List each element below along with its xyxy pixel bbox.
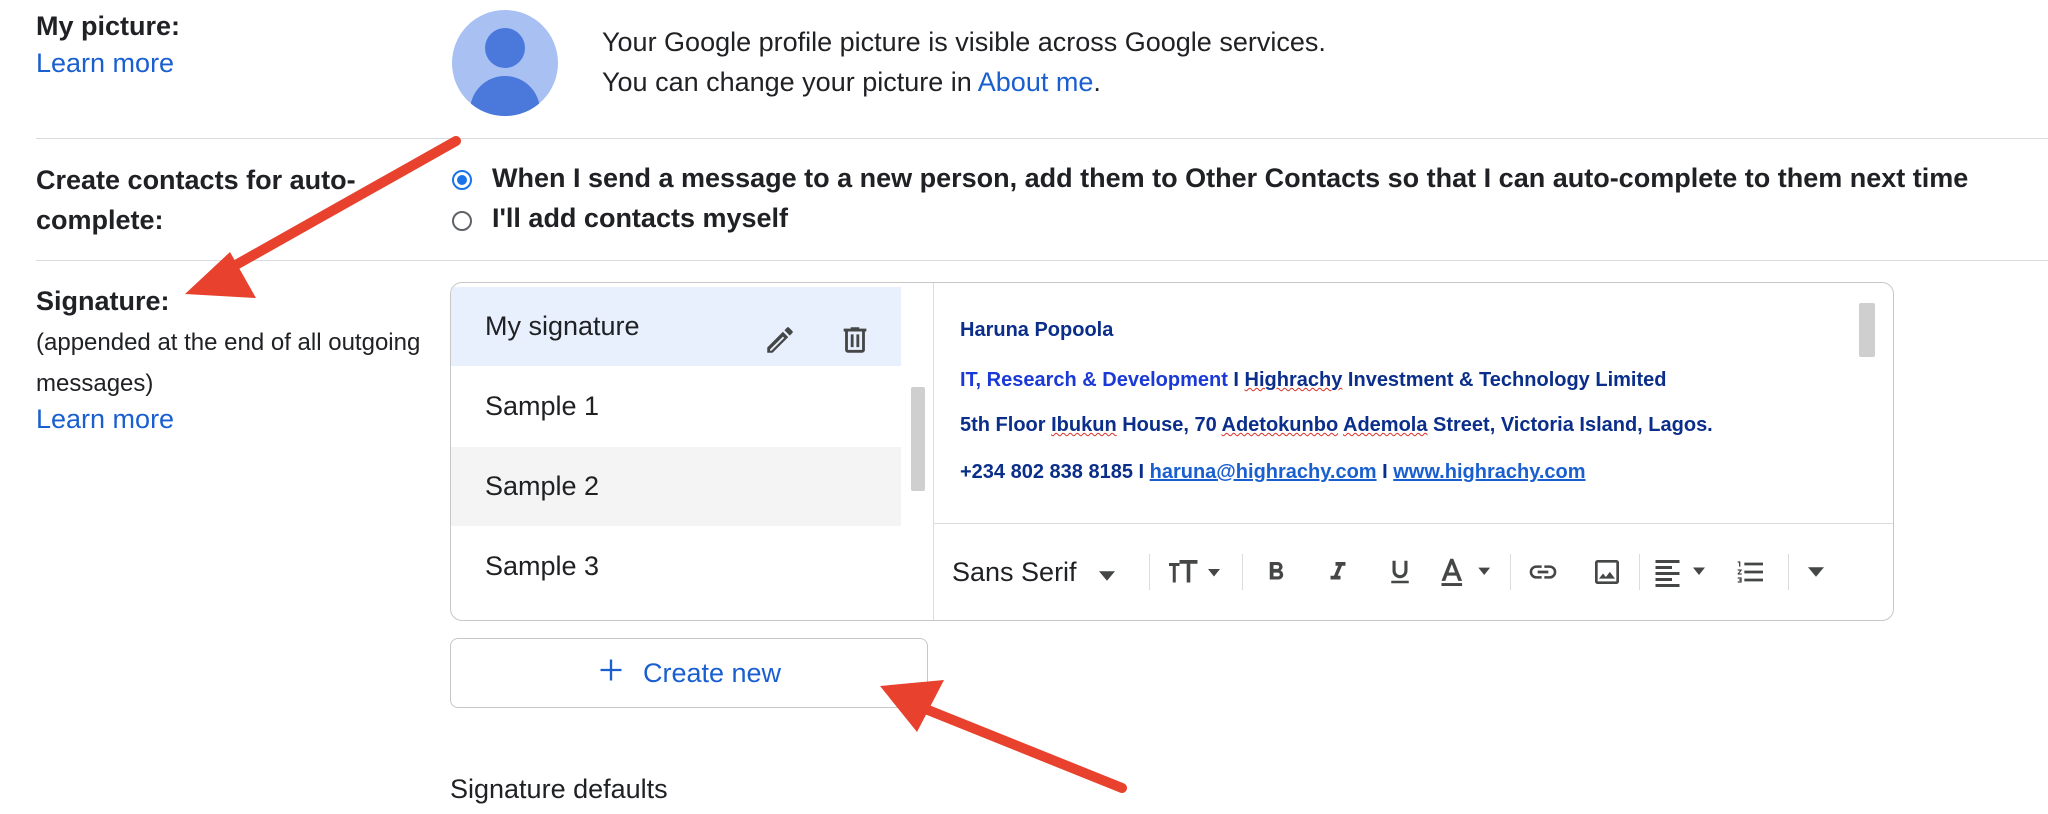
font-size-icon[interactable] bbox=[1156, 548, 1236, 596]
signature-label: Signature: bbox=[36, 286, 170, 316]
divider bbox=[36, 260, 2048, 261]
bold-icon[interactable] bbox=[1252, 548, 1300, 596]
signature-item-sample-3[interactable]: Sample 3 bbox=[451, 527, 901, 606]
sig-contact-line: +234 802 838 8185 I haruna@highrachy.com… bbox=[960, 461, 1586, 483]
signature-description: (appended at the end of all outgoing mes… bbox=[36, 329, 421, 397]
insert-image-icon[interactable] bbox=[1583, 548, 1631, 596]
signature-text-editor[interactable]: Haruna Popoola IT, Research & Developmen… bbox=[934, 283, 1893, 523]
format-toolbar: Sans Serif bbox=[934, 523, 1893, 620]
auto-add-contacts-radio[interactable] bbox=[452, 170, 472, 190]
about-me-link[interactable]: About me bbox=[978, 67, 1094, 97]
more-formatting-icon[interactable] bbox=[1796, 548, 1836, 596]
contacts-label: Create contacts for auto- complete: bbox=[36, 165, 356, 235]
create-new-button[interactable]: Create new bbox=[450, 638, 928, 708]
italic-icon[interactable] bbox=[1314, 548, 1362, 596]
manual-contacts-radio[interactable] bbox=[452, 211, 472, 231]
editor-scrollbar[interactable] bbox=[1859, 303, 1875, 357]
align-icon[interactable] bbox=[1647, 548, 1721, 596]
divider bbox=[1788, 554, 1789, 590]
picture-desc-line1: Your Google profile picture is visible a… bbox=[602, 27, 1326, 57]
signature-learn-more-link[interactable]: Learn more bbox=[36, 404, 174, 435]
plus-icon bbox=[597, 656, 625, 691]
picture-label: My picture: bbox=[36, 11, 181, 41]
manual-contacts-label[interactable]: I'll add contacts myself bbox=[492, 203, 788, 234]
picture-description: Your Google profile picture is visible a… bbox=[602, 22, 1326, 102]
numbered-list-icon[interactable] bbox=[1727, 548, 1775, 596]
picture-desc-line2: You can change your picture in About me. bbox=[602, 67, 1101, 97]
signature-item-sample-1[interactable]: Sample 1 bbox=[451, 367, 901, 446]
signature-list: My signature Sample 1 Sample 2 Sample 3 bbox=[451, 283, 934, 620]
signature-item-my-signature[interactable]: My signature bbox=[451, 287, 901, 366]
signature-item-sample-2[interactable]: Sample 2 bbox=[451, 447, 901, 526]
divider bbox=[1510, 554, 1511, 590]
signature-defaults-heading: Signature defaults bbox=[450, 774, 668, 804]
link-icon[interactable] bbox=[1519, 548, 1567, 596]
text-color-icon[interactable] bbox=[1434, 548, 1502, 596]
divider bbox=[1149, 554, 1150, 590]
sig-email-link[interactable]: haruna@highrachy.com bbox=[1150, 461, 1377, 483]
chevron-down-icon bbox=[1098, 557, 1115, 588]
signature-list-scrollbar[interactable] bbox=[911, 387, 925, 491]
divider bbox=[1639, 554, 1640, 590]
divider bbox=[1242, 554, 1243, 590]
sig-address-line: 5th Floor Ibukun House, 70 Adetokunbo Ad… bbox=[960, 414, 1713, 436]
sig-dept-line: IT, Research & Development I Highrachy I… bbox=[960, 369, 1667, 391]
font-select[interactable]: Sans Serif bbox=[952, 548, 1142, 596]
picture-learn-more-link[interactable]: Learn more bbox=[36, 48, 174, 79]
divider bbox=[36, 138, 2048, 139]
signature-editor-panel: My signature Sample 1 Sample 2 Sample 3 … bbox=[450, 282, 1894, 621]
sig-website-link[interactable]: www.highrachy.com bbox=[1393, 461, 1585, 483]
sig-name: Haruna Popoola bbox=[960, 319, 1114, 341]
underline-icon[interactable] bbox=[1376, 548, 1424, 596]
auto-add-contacts-label[interactable]: When I send a message to a new person, a… bbox=[492, 163, 1968, 194]
avatar[interactable] bbox=[452, 10, 558, 116]
